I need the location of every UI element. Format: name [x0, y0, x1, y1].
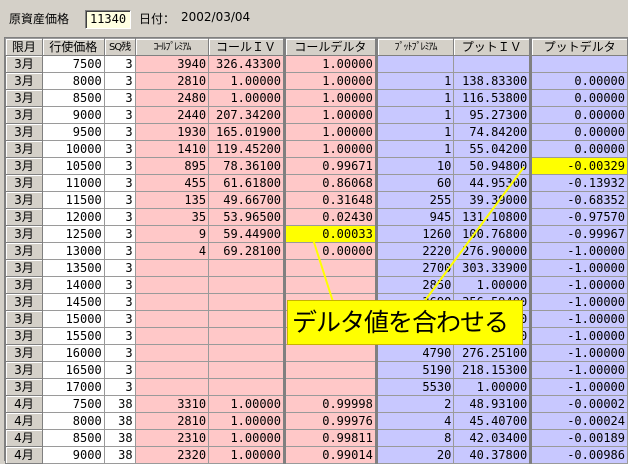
callout-leader-lines — [311, 166, 525, 311]
leader-line-call — [311, 235, 336, 309]
leader-line-put — [417, 166, 525, 311]
callout-label: デルタ値を合わせる — [287, 300, 523, 345]
